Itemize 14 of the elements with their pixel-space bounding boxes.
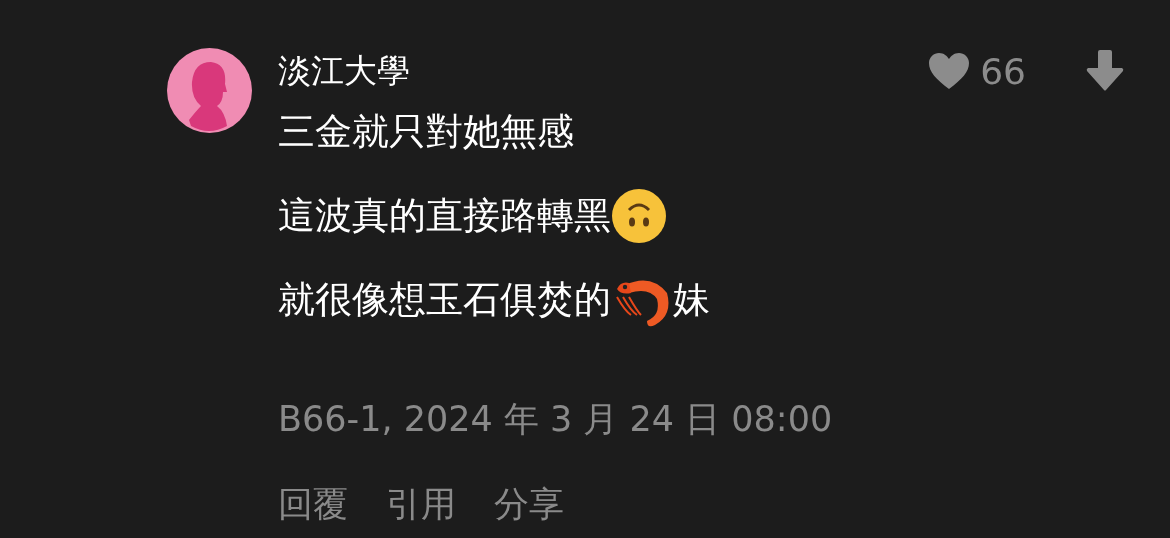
avatar[interactable] xyxy=(167,48,252,133)
action-link[interactable]: 回覆 xyxy=(278,481,348,528)
action-link[interactable]: 分享 xyxy=(494,481,564,528)
arrow-down-icon[interactable] xyxy=(1086,50,1124,92)
comment-meta: B66-1, 2024 年 3 月 24 日 08:00 xyxy=(278,398,833,441)
comment-text: 就很像想玉石俱焚的 xyxy=(278,277,611,323)
heart-icon[interactable] xyxy=(928,52,971,90)
comment-text: 三金就只對她無感 xyxy=(278,109,574,155)
action-link[interactable]: 引用 xyxy=(386,481,456,528)
upside-down-face-icon xyxy=(611,188,667,244)
author-name[interactable]: 淡江大學 xyxy=(278,48,929,94)
comment-text: 這波真的直接路轉黑 xyxy=(278,193,611,239)
like-count: 66 xyxy=(980,50,1026,92)
comment-text: 妹 xyxy=(673,277,710,323)
